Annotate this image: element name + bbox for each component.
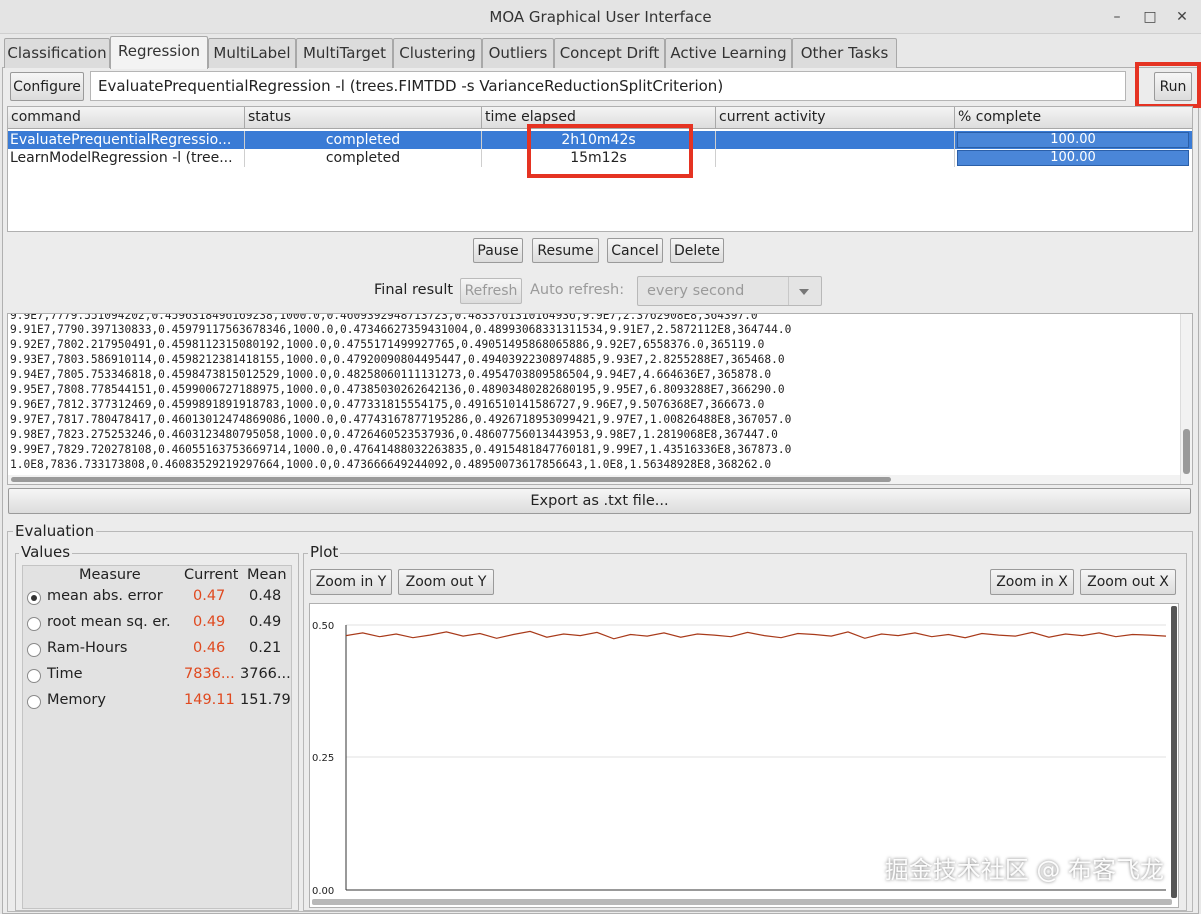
cell-status: completed xyxy=(245,149,482,167)
measure-name: mean abs. error xyxy=(47,588,163,604)
output-line: 9.96E7,7812.377312469,0.4599891891918783… xyxy=(10,398,765,411)
tab-clustering[interactable]: Clustering xyxy=(393,38,482,68)
evaluation-title: Evaluation xyxy=(13,522,97,540)
highlight-box-time xyxy=(527,124,693,178)
radio-root-mean-sq-error[interactable] xyxy=(27,617,41,631)
export-button[interactable]: Export as .txt file... xyxy=(8,488,1191,514)
auto-refresh-label: Auto refresh: xyxy=(530,282,625,298)
values-title: Values xyxy=(19,543,73,561)
measure-mean: 151.79 xyxy=(240,692,291,708)
tab-concept-drift[interactable]: Concept Drift xyxy=(554,38,665,68)
mean-header: Mean xyxy=(247,567,287,583)
output-line: 1.0E8,7836.733173808,0.46083529219297664… xyxy=(10,458,772,471)
measure-current: 149.11 xyxy=(184,692,235,708)
radio-memory[interactable] xyxy=(27,695,41,709)
y-tick-label: 0.25 xyxy=(312,753,334,764)
final-result-label: Final result xyxy=(374,282,454,298)
cancel-button[interactable]: Cancel xyxy=(607,238,663,263)
minimize-icon[interactable]: – xyxy=(1107,7,1127,27)
output-line: 9.94E7,7805.753346818,0.4598473815012529… xyxy=(10,368,772,381)
output-line: 9.97E7,7817.780478417,0.4601301247486908… xyxy=(10,413,792,426)
radio-ram-hours[interactable] xyxy=(27,643,41,657)
tab-multilabel[interactable]: MultiLabel xyxy=(208,38,296,68)
measure-mean: 3766... xyxy=(240,666,291,682)
column-header-current-activity[interactable]: current activity xyxy=(716,107,955,129)
y-tick-label: 0.50 xyxy=(312,621,334,632)
measure-current: 0.49 xyxy=(193,614,226,630)
window-title: MOA Graphical User Interface xyxy=(489,8,712,26)
plot-horizontal-scrollbar[interactable] xyxy=(312,899,1172,905)
tab-classification[interactable]: Classification xyxy=(4,38,110,68)
zoom-in-x-button[interactable]: Zoom in X xyxy=(990,569,1074,595)
output-text-area[interactable]: 9.9E7,7779.551094202,0.4596318496169238,… xyxy=(7,313,1193,485)
plot-vertical-scrollbar[interactable] xyxy=(1171,606,1177,898)
task-tabs: Classification Regression MultiLabel Mul… xyxy=(0,36,1201,69)
close-icon[interactable]: ✕ xyxy=(1172,7,1192,27)
tab-multitarget[interactable]: MultiTarget xyxy=(296,38,393,68)
scrollbar-thumb[interactable] xyxy=(1183,429,1190,474)
zoom-out-x-button[interactable]: Zoom out X xyxy=(1080,569,1176,595)
measure-current: 0.46 xyxy=(193,640,226,656)
configure-button[interactable]: Configure xyxy=(10,72,84,101)
measure-current: 7836... xyxy=(184,666,235,682)
tab-regression[interactable]: Regression xyxy=(110,36,208,69)
current-header: Current xyxy=(184,567,239,583)
watermark-text: 掘金技术社区 @ 布客飞龙 xyxy=(884,856,1164,884)
progress-bar: 100.00 xyxy=(957,132,1189,148)
cell-command: EvaluatePrequentialRegressio... xyxy=(8,131,245,149)
series-line xyxy=(345,630,1167,640)
plot-title: Plot xyxy=(308,543,341,561)
measure-name: Ram-Hours xyxy=(47,640,128,656)
chevron-down-icon xyxy=(799,289,809,295)
measure-current: 0.47 xyxy=(193,588,226,604)
output-line: 9.95E7,7808.778544151,0.4599006727188975… xyxy=(10,383,785,396)
maximize-icon[interactable]: □ xyxy=(1140,7,1160,27)
radio-mean-abs-error[interactable] xyxy=(27,591,41,605)
horizontal-scrollbar[interactable] xyxy=(8,475,1180,484)
vertical-scrollbar[interactable] xyxy=(1180,314,1192,484)
zoom-out-y-button[interactable]: Zoom out Y xyxy=(398,569,494,595)
cell-status: completed xyxy=(245,131,482,149)
zoom-in-y-button[interactable]: Zoom in Y xyxy=(310,569,392,595)
delete-button[interactable]: Delete xyxy=(670,238,724,263)
column-header-status[interactable]: status xyxy=(245,107,482,129)
tab-active-learning[interactable]: Active Learning xyxy=(665,38,792,68)
highlight-box-run xyxy=(1135,62,1201,108)
auto-refresh-select[interactable]: every second xyxy=(637,276,822,306)
progress-bar: 100.00 xyxy=(957,150,1189,166)
measure-mean: 0.49 xyxy=(249,614,282,630)
column-header-percent-complete[interactable]: % complete xyxy=(955,107,1192,129)
pause-button[interactable]: Pause xyxy=(473,238,523,263)
column-header-command[interactable]: command xyxy=(8,107,245,129)
output-line: 9.93E7,7803.586910114,0.4598212381418155… xyxy=(10,353,785,366)
measure-mean: 0.48 xyxy=(249,588,282,604)
measure-header: Measure xyxy=(79,567,141,583)
measure-name: Time xyxy=(47,666,83,682)
measure-name: Memory xyxy=(47,692,106,708)
select-divider xyxy=(788,277,789,305)
output-line: 9.92E7,7802.217950491,0.4598112315080192… xyxy=(10,338,765,351)
cell-current-activity xyxy=(716,131,955,149)
scrollbar-thumb[interactable] xyxy=(11,477,891,482)
output-line: 9.91E7,7790.397130833,0.4597911756367834… xyxy=(10,323,792,336)
tab-outliers[interactable]: Outliers xyxy=(482,38,554,68)
output-line: 9.98E7,7823.275253246,0.4603123480795058… xyxy=(10,428,778,441)
radio-time[interactable] xyxy=(27,669,41,683)
auto-refresh-value: every second xyxy=(647,283,745,299)
title-bar: MOA Graphical User Interface – □ ✕ xyxy=(0,0,1201,34)
measure-name: root mean sq. er. xyxy=(47,614,171,630)
plot-area[interactable]: 0.50 0.25 0.00 掘金技术社区 @ 布客飞龙 xyxy=(309,603,1179,908)
values-panel: Measure Current Mean mean abs. error 0.4… xyxy=(22,565,292,909)
measure-mean: 0.21 xyxy=(249,640,282,656)
cell-current-activity xyxy=(716,149,955,167)
y-tick-label: 0.00 xyxy=(312,886,334,897)
command-field[interactable]: EvaluatePrequentialRegression -l (trees.… xyxy=(90,71,1126,101)
refresh-button[interactable]: Refresh xyxy=(460,278,522,304)
tab-other-tasks[interactable]: Other Tasks xyxy=(792,38,897,68)
resume-button[interactable]: Resume xyxy=(532,238,599,263)
cell-command: LearnModelRegression -l (tree... xyxy=(8,149,245,167)
output-line: 9.99E7,7829.720278108,0.4605516375366971… xyxy=(10,443,792,456)
